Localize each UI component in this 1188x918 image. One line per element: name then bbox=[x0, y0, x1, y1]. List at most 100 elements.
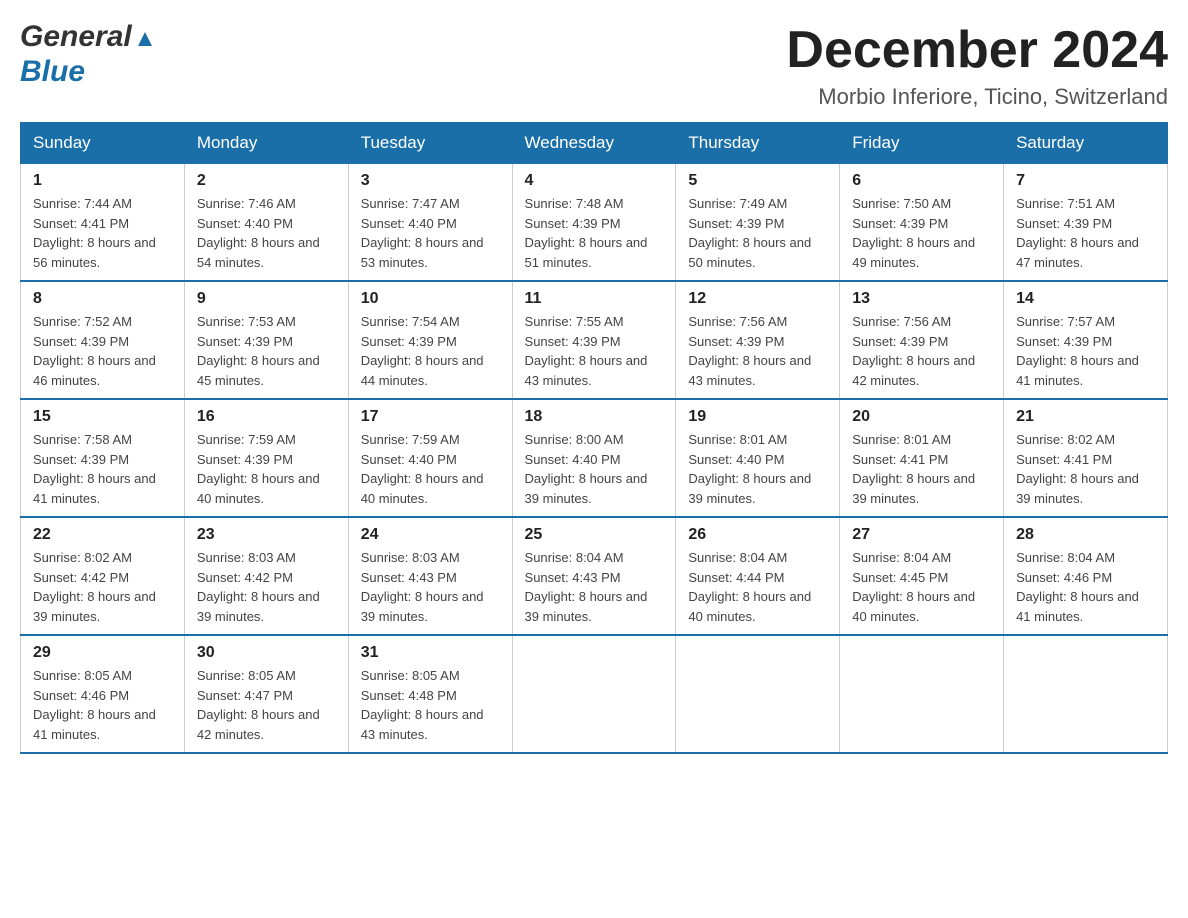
sunset-label: Sunset: 4:47 PM bbox=[197, 688, 293, 703]
daylight-label: Daylight: 8 hours and 41 minutes. bbox=[1016, 353, 1139, 388]
calendar-cell: 5 Sunrise: 7:49 AM Sunset: 4:39 PM Dayli… bbox=[676, 164, 840, 282]
sunset-label: Sunset: 4:39 PM bbox=[688, 334, 784, 349]
day-number: 17 bbox=[361, 408, 500, 426]
day-info: Sunrise: 8:01 AM Sunset: 4:41 PM Dayligh… bbox=[852, 430, 991, 508]
calendar-cell: 14 Sunrise: 7:57 AM Sunset: 4:39 PM Dayl… bbox=[1004, 281, 1168, 399]
calendar-cell: 9 Sunrise: 7:53 AM Sunset: 4:39 PM Dayli… bbox=[184, 281, 348, 399]
sunrise-label: Sunrise: 7:56 AM bbox=[688, 314, 787, 329]
day-info: Sunrise: 8:00 AM Sunset: 4:40 PM Dayligh… bbox=[525, 430, 664, 508]
day-number: 5 bbox=[688, 172, 827, 190]
day-info: Sunrise: 8:03 AM Sunset: 4:42 PM Dayligh… bbox=[197, 548, 336, 626]
sunset-label: Sunset: 4:39 PM bbox=[688, 216, 784, 231]
sunrise-label: Sunrise: 7:54 AM bbox=[361, 314, 460, 329]
sunrise-label: Sunrise: 8:02 AM bbox=[1016, 432, 1115, 447]
day-info: Sunrise: 8:05 AM Sunset: 4:47 PM Dayligh… bbox=[197, 666, 336, 744]
col-wednesday: Wednesday bbox=[512, 123, 676, 164]
calendar-cell: 23 Sunrise: 8:03 AM Sunset: 4:42 PM Dayl… bbox=[184, 517, 348, 635]
calendar-cell: 3 Sunrise: 7:47 AM Sunset: 4:40 PM Dayli… bbox=[348, 164, 512, 282]
day-info: Sunrise: 8:04 AM Sunset: 4:46 PM Dayligh… bbox=[1016, 548, 1155, 626]
sunset-label: Sunset: 4:48 PM bbox=[361, 688, 457, 703]
calendar-cell: 26 Sunrise: 8:04 AM Sunset: 4:44 PM Dayl… bbox=[676, 517, 840, 635]
sunset-label: Sunset: 4:40 PM bbox=[361, 216, 457, 231]
header-row: Sunday Monday Tuesday Wednesday Thursday… bbox=[21, 123, 1168, 164]
day-number: 20 bbox=[852, 408, 991, 426]
day-info: Sunrise: 7:56 AM Sunset: 4:39 PM Dayligh… bbox=[688, 312, 827, 390]
day-number: 16 bbox=[197, 408, 336, 426]
calendar-cell bbox=[840, 635, 1004, 753]
daylight-label: Daylight: 8 hours and 54 minutes. bbox=[197, 235, 320, 270]
sunset-label: Sunset: 4:39 PM bbox=[361, 334, 457, 349]
day-number: 19 bbox=[688, 408, 827, 426]
sunset-label: Sunset: 4:40 PM bbox=[361, 452, 457, 467]
sunrise-label: Sunrise: 7:49 AM bbox=[688, 196, 787, 211]
calendar-cell: 6 Sunrise: 7:50 AM Sunset: 4:39 PM Dayli… bbox=[840, 164, 1004, 282]
calendar-cell: 19 Sunrise: 8:01 AM Sunset: 4:40 PM Dayl… bbox=[676, 399, 840, 517]
sunrise-label: Sunrise: 8:03 AM bbox=[361, 550, 460, 565]
sunrise-label: Sunrise: 8:01 AM bbox=[688, 432, 787, 447]
day-number: 26 bbox=[688, 526, 827, 544]
calendar-cell: 29 Sunrise: 8:05 AM Sunset: 4:46 PM Dayl… bbox=[21, 635, 185, 753]
calendar-cell: 7 Sunrise: 7:51 AM Sunset: 4:39 PM Dayli… bbox=[1004, 164, 1168, 282]
calendar-cell bbox=[1004, 635, 1168, 753]
sunset-label: Sunset: 4:41 PM bbox=[33, 216, 129, 231]
daylight-label: Daylight: 8 hours and 50 minutes. bbox=[688, 235, 811, 270]
calendar-cell: 12 Sunrise: 7:56 AM Sunset: 4:39 PM Dayl… bbox=[676, 281, 840, 399]
sunset-label: Sunset: 4:44 PM bbox=[688, 570, 784, 585]
col-sunday: Sunday bbox=[21, 123, 185, 164]
col-thursday: Thursday bbox=[676, 123, 840, 164]
sunrise-label: Sunrise: 7:48 AM bbox=[525, 196, 624, 211]
sunrise-label: Sunrise: 8:04 AM bbox=[1016, 550, 1115, 565]
calendar-cell: 13 Sunrise: 7:56 AM Sunset: 4:39 PM Dayl… bbox=[840, 281, 1004, 399]
day-number: 1 bbox=[33, 172, 172, 190]
day-info: Sunrise: 7:59 AM Sunset: 4:39 PM Dayligh… bbox=[197, 430, 336, 508]
day-info: Sunrise: 8:04 AM Sunset: 4:44 PM Dayligh… bbox=[688, 548, 827, 626]
calendar-cell: 21 Sunrise: 8:02 AM Sunset: 4:41 PM Dayl… bbox=[1004, 399, 1168, 517]
calendar-cell bbox=[512, 635, 676, 753]
calendar-header: Sunday Monday Tuesday Wednesday Thursday… bbox=[21, 123, 1168, 164]
day-info: Sunrise: 8:04 AM Sunset: 4:45 PM Dayligh… bbox=[852, 548, 991, 626]
daylight-label: Daylight: 8 hours and 42 minutes. bbox=[852, 353, 975, 388]
day-info: Sunrise: 7:48 AM Sunset: 4:39 PM Dayligh… bbox=[525, 194, 664, 272]
sunset-label: Sunset: 4:40 PM bbox=[688, 452, 784, 467]
sunset-label: Sunset: 4:39 PM bbox=[33, 334, 129, 349]
calendar-week-row: 8 Sunrise: 7:52 AM Sunset: 4:39 PM Dayli… bbox=[21, 281, 1168, 399]
sunset-label: Sunset: 4:43 PM bbox=[525, 570, 621, 585]
calendar-cell: 18 Sunrise: 8:00 AM Sunset: 4:40 PM Dayl… bbox=[512, 399, 676, 517]
calendar-cell: 11 Sunrise: 7:55 AM Sunset: 4:39 PM Dayl… bbox=[512, 281, 676, 399]
day-info: Sunrise: 7:52 AM Sunset: 4:39 PM Dayligh… bbox=[33, 312, 172, 390]
sunset-label: Sunset: 4:40 PM bbox=[197, 216, 293, 231]
calendar-cell: 22 Sunrise: 8:02 AM Sunset: 4:42 PM Dayl… bbox=[21, 517, 185, 635]
sunset-label: Sunset: 4:39 PM bbox=[33, 452, 129, 467]
day-number: 8 bbox=[33, 290, 172, 308]
day-number: 22 bbox=[33, 526, 172, 544]
page-header: General Blue December 2024 Morbio Inferi… bbox=[20, 20, 1168, 110]
day-info: Sunrise: 7:51 AM Sunset: 4:39 PM Dayligh… bbox=[1016, 194, 1155, 272]
daylight-label: Daylight: 8 hours and 45 minutes. bbox=[197, 353, 320, 388]
sunset-label: Sunset: 4:39 PM bbox=[197, 334, 293, 349]
daylight-label: Daylight: 8 hours and 41 minutes. bbox=[1016, 589, 1139, 624]
daylight-label: Daylight: 8 hours and 49 minutes. bbox=[852, 235, 975, 270]
sunrise-label: Sunrise: 8:02 AM bbox=[33, 550, 132, 565]
sunrise-label: Sunrise: 7:55 AM bbox=[525, 314, 624, 329]
sunrise-label: Sunrise: 8:01 AM bbox=[852, 432, 951, 447]
sunset-label: Sunset: 4:39 PM bbox=[525, 216, 621, 231]
day-info: Sunrise: 8:04 AM Sunset: 4:43 PM Dayligh… bbox=[525, 548, 664, 626]
day-info: Sunrise: 7:49 AM Sunset: 4:39 PM Dayligh… bbox=[688, 194, 827, 272]
day-number: 18 bbox=[525, 408, 664, 426]
day-info: Sunrise: 7:59 AM Sunset: 4:40 PM Dayligh… bbox=[361, 430, 500, 508]
sunrise-label: Sunrise: 7:57 AM bbox=[1016, 314, 1115, 329]
sunset-label: Sunset: 4:42 PM bbox=[33, 570, 129, 585]
col-friday: Friday bbox=[840, 123, 1004, 164]
sunrise-label: Sunrise: 7:52 AM bbox=[33, 314, 132, 329]
calendar-cell: 17 Sunrise: 7:59 AM Sunset: 4:40 PM Dayl… bbox=[348, 399, 512, 517]
sunset-label: Sunset: 4:42 PM bbox=[197, 570, 293, 585]
daylight-label: Daylight: 8 hours and 53 minutes. bbox=[361, 235, 484, 270]
sunrise-label: Sunrise: 8:04 AM bbox=[852, 550, 951, 565]
day-info: Sunrise: 8:01 AM Sunset: 4:40 PM Dayligh… bbox=[688, 430, 827, 508]
calendar-week-row: 22 Sunrise: 8:02 AM Sunset: 4:42 PM Dayl… bbox=[21, 517, 1168, 635]
daylight-label: Daylight: 8 hours and 41 minutes. bbox=[33, 707, 156, 742]
sunset-label: Sunset: 4:46 PM bbox=[33, 688, 129, 703]
sunrise-label: Sunrise: 7:59 AM bbox=[361, 432, 460, 447]
calendar-cell: 31 Sunrise: 8:05 AM Sunset: 4:48 PM Dayl… bbox=[348, 635, 512, 753]
daylight-label: Daylight: 8 hours and 40 minutes. bbox=[852, 589, 975, 624]
